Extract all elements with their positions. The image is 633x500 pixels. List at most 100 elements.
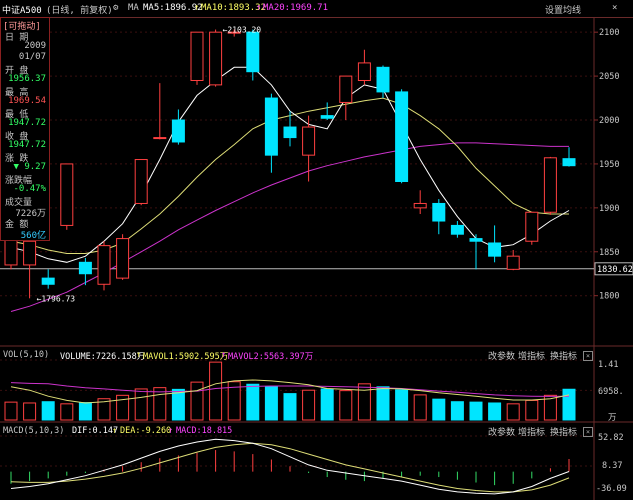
macd-tick-mid: 8.37 [602,461,623,471]
candle-body [264,97,278,156]
volume-bar [488,402,502,421]
ma20-value: MA20:1969.71 [263,3,329,13]
candle-body [395,91,409,182]
candle-body [209,31,223,86]
candle-body [116,238,130,279]
vol-title: VOL(5,10) [3,350,50,360]
volume-bar [469,401,483,421]
candle-body [134,159,148,204]
volume-bar [376,386,390,421]
macd-dea: DEA:-9.260 [120,426,172,436]
vol-tick-top: 1.41 [598,360,619,370]
volume-bar [41,401,55,421]
price-annotation: ←2103.20 [223,25,262,34]
volume-bar [339,390,353,421]
candle-body [171,119,185,143]
volume-bar [525,399,539,421]
volume-bar [60,403,74,421]
chart-mode: (日线, 前复权) [46,6,113,16]
set-ma-button[interactable]: 设置均线 [545,3,581,16]
volume-bar [562,388,576,421]
price-tick-label: 1950 [599,160,619,170]
date-year: 2009 [24,41,46,51]
ma20-line [10,142,569,312]
volume-bar [413,394,427,421]
volume-bar [153,387,167,421]
ma20-arrow-icon: ↑ [256,3,262,13]
price-tick-label: 2100 [599,28,619,38]
candle-body [246,31,260,73]
volume-bar [190,381,204,421]
macd-tick-top: 52.82 [598,433,624,443]
vol-tick-mid: 6958. [598,387,624,397]
pct-value: -0.47% [13,184,46,194]
vol-params-button[interactable]: 改参数 [488,349,515,362]
candle-body [153,137,167,140]
volume-bar [134,388,148,421]
settings-icon[interactable]: ⚙ [113,3,118,13]
macd-params-button[interactable]: 改参数 [488,425,515,438]
candle-body [525,211,539,242]
macd-tick-bottom: -36.09 [596,484,627,494]
vol-tick-unit: 万 [608,413,617,423]
vol-mavol2: MAVOL2:5563.397万 [228,352,314,362]
volume-bar [357,383,371,421]
volume-bar [450,401,464,421]
price-tick-label: 1900 [599,204,619,214]
candle-body [413,202,427,209]
candle-body [562,158,576,167]
vol-close-icon[interactable]: × [583,351,593,361]
candle-body [283,126,297,139]
mavol2-arrow-icon: ↑ [221,350,227,360]
candle-body [469,238,483,242]
current-price-label: 1830.62 [597,265,633,275]
ma5-line [10,66,570,263]
candle-body [41,277,55,285]
ma10-arrow-icon: ↑ [194,3,200,13]
chart-header: 中证A500 (日线, 前复权) ⚙ MA MA5:1896.92 ↑ MA10… [0,0,633,18]
price-tick-label: 1800 [599,292,619,302]
volume-bar [395,389,409,421]
price-annotation: ←1796.73 [37,295,76,304]
volume-bar [78,402,92,421]
macd-arrow-icon: ↑ [168,426,174,436]
index-name[interactable]: 中证A500 [2,3,42,16]
macd-close-icon[interactable]: × [583,427,593,437]
candle-body [23,240,37,266]
candle-body [78,261,92,275]
volume-bar [302,389,316,421]
volume-bar [506,403,520,421]
date-day: 01/07 [18,52,46,62]
ma-label: MA [128,3,139,13]
vol-volume: VOLUME:7226.158万 [60,352,146,362]
price-tick-label: 2050 [599,72,619,82]
candle-body [506,255,520,270]
amount-value: 560亿 [20,231,46,241]
volume-bar [264,386,278,421]
candle-body [339,75,353,103]
volume-bar [209,361,223,421]
vol-add-indicator-button[interactable]: 增指标 [518,349,545,362]
candle-body [488,242,502,257]
macd-add-indicator-button[interactable]: 增指标 [518,425,545,438]
price-tick-label: 2000 [599,116,619,126]
info-panel[interactable]: [可拖动] 日 期 2009 01/07 开 盘 1956.37 最 高 196… [0,17,50,241]
candle-body [432,202,446,222]
high-value: 1969.54 [8,96,46,106]
volume-bar [23,402,37,421]
volume-bar [4,401,18,421]
vol-switch-indicator-button[interactable]: 换指标 [550,349,577,362]
candle-body [376,66,390,93]
volume-bar [320,388,334,421]
macd-title: MACD(5,10,3) [3,426,65,436]
vol-mavol1: MAVOL1:5902.595万 [143,352,229,362]
volume-bar [432,398,446,421]
close-icon[interactable]: × [612,3,617,13]
volume-bar [171,388,185,421]
candle-body [97,245,111,285]
macd-switch-indicator-button[interactable]: 换指标 [550,425,577,438]
candle-body [450,224,464,235]
candle-body [543,157,557,213]
candle-body [302,126,316,156]
candle-body [60,163,74,226]
